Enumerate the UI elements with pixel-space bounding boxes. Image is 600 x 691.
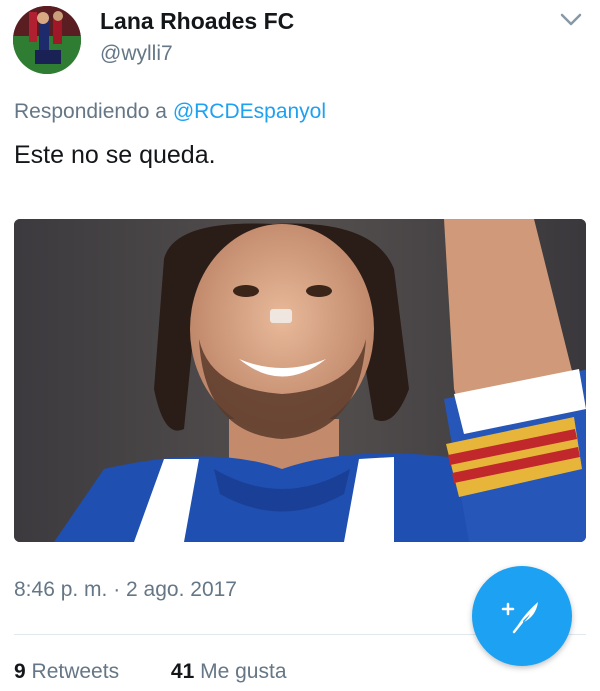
retweets-label: Retweets: [31, 660, 120, 683]
tweet-text: Este no se queda.: [14, 141, 216, 169]
likes-label: Me gusta: [200, 660, 287, 683]
compose-tweet-button[interactable]: [472, 566, 572, 666]
chevron-down-icon[interactable]: [560, 12, 582, 28]
avatar[interactable]: [13, 6, 81, 74]
reply-mention-link[interactable]: @RCDEspanyol: [173, 100, 326, 123]
tweet-media-photo[interactable]: [14, 219, 586, 542]
likes-stat[interactable]: 41 Me gusta: [171, 660, 287, 684]
avatar-photo-icon: [13, 6, 81, 74]
retweets-count: 9: [14, 660, 26, 683]
compose-quill-icon: [501, 602, 538, 634]
reply-prefix: Respondiendo a: [14, 100, 167, 123]
author-handle[interactable]: @wylli7: [100, 42, 173, 66]
author-display-name[interactable]: Lana Rhoades FC: [100, 8, 294, 35]
likes-count: 41: [170, 660, 195, 683]
tweet-timestamp[interactable]: 8:46 p. m. · 2 ago. 2017: [14, 578, 237, 602]
tweet-stats: 9 Retweets 41 Me gusta: [14, 660, 287, 684]
player-photo: [14, 219, 586, 542]
reply-context: Respondiendo a @RCDEspanyol: [14, 100, 326, 124]
retweets-stat[interactable]: 9 Retweets: [14, 660, 119, 684]
